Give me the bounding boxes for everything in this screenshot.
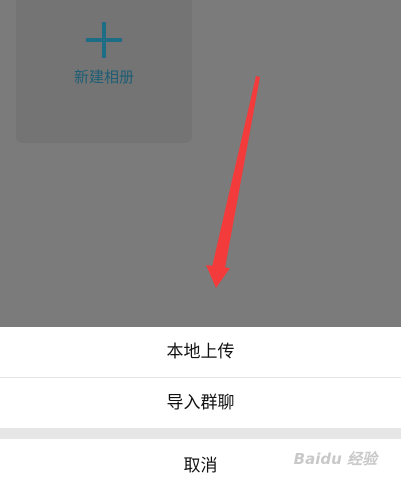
local-upload-option[interactable]: 本地上传 xyxy=(0,327,401,377)
plus-icon xyxy=(86,22,122,58)
baidu-watermark: Baidu 经验 xyxy=(293,450,377,468)
new-album-card[interactable]: 新建相册 xyxy=(16,0,192,143)
import-group-chat-option[interactable]: 导入群聊 xyxy=(0,378,401,428)
dimmed-background: 新建相册 xyxy=(0,0,401,327)
new-album-label: 新建相册 xyxy=(73,68,134,86)
section-gap xyxy=(0,428,401,439)
